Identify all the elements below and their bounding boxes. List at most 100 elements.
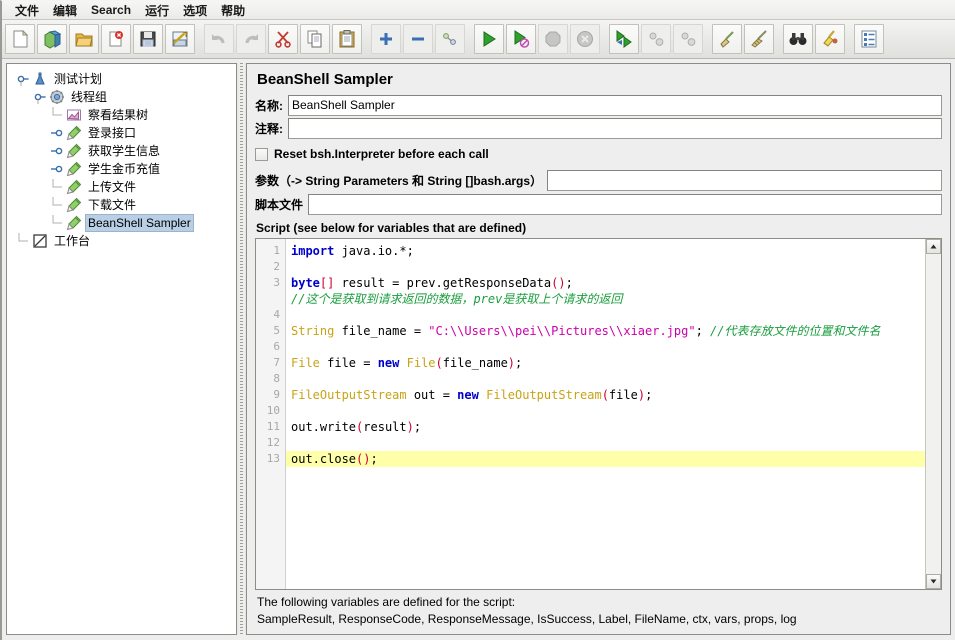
sampler-icon — [65, 197, 83, 213]
menu-file[interactable]: 文件 — [8, 1, 46, 20]
code-token: ( — [435, 356, 443, 370]
reset-search-button[interactable] — [815, 24, 845, 54]
tree-node-label: BeanShell Sampler — [85, 214, 194, 232]
tree-node-view-results-tree[interactable]: 察看结果树 — [7, 106, 236, 124]
code-token: ( — [601, 388, 609, 402]
tree-node-login-api[interactable]: 登录接口 — [7, 124, 236, 142]
collapse-all-button[interactable] — [403, 24, 433, 54]
tree-toggle-expanded-icon[interactable] — [34, 89, 48, 105]
line-number: 11 — [266, 420, 280, 433]
tree-node-download-file[interactable]: 下载文件 — [7, 196, 236, 214]
code-line[interactable] — [286, 371, 925, 387]
code-line[interactable] — [286, 339, 925, 355]
code-line[interactable]: out.write(result); — [286, 419, 925, 435]
expand-all-button[interactable] — [371, 24, 401, 54]
tree-node-beanshell-sampler[interactable]: BeanShell Sampler — [7, 214, 236, 232]
tree-toggle-collapsed-icon[interactable] — [51, 125, 65, 141]
undo-button[interactable] — [204, 24, 234, 54]
editor-vertical-scrollbar[interactable] — [925, 239, 941, 589]
reset-interpreter-label: Reset bsh.Interpreter before each call — [274, 147, 489, 161]
script-editor[interactable]: 1 2 3 4 5 6 7 8 9 10 11 12 13 import java.io.*; byte… — [255, 238, 942, 590]
variables-help-line1: The following variables are defined for … — [257, 595, 516, 609]
tree-node-thread-group[interactable]: 线程组 — [7, 88, 236, 106]
code-line[interactable]: import java.io.*; — [286, 243, 925, 259]
redo-button[interactable] — [236, 24, 266, 54]
toggle-button[interactable] — [435, 24, 465, 54]
name-input[interactable]: BeanShell Sampler — [288, 95, 942, 116]
code-token: new — [457, 388, 479, 402]
code-line[interactable]: File file = new File(file_name); — [286, 355, 925, 371]
reset-interpreter-row[interactable]: Reset bsh.Interpreter before each call — [255, 143, 942, 165]
close-button[interactable] — [101, 24, 131, 54]
code-token: file — [608, 388, 638, 402]
start-button[interactable] — [474, 24, 504, 54]
open-button[interactable] — [69, 24, 99, 54]
parameters-input[interactable] — [547, 170, 942, 191]
stop-button[interactable] — [538, 24, 568, 54]
tree-toggle-collapsed-icon[interactable] — [51, 161, 65, 177]
code-line[interactable] — [286, 259, 925, 275]
save-button[interactable] — [133, 24, 163, 54]
broom-clear-icon — [717, 29, 737, 49]
page-title: BeanShell Sampler — [257, 71, 393, 88]
menu-run[interactable]: 运行 — [138, 1, 176, 20]
scroll-down-arrow-icon[interactable] — [926, 574, 941, 589]
parameters-row: 参数（-> String Parameters 和 String []bash.… — [255, 170, 942, 191]
code-line[interactable]: byte[] result = prev.getResponseData(); — [286, 275, 925, 291]
tree-node-get-student-info[interactable]: 获取学生信息 — [7, 142, 236, 160]
search-button[interactable] — [783, 24, 813, 54]
code-line[interactable]: FileOutputStream out = new FileOutputStr… — [286, 387, 925, 403]
scrollbar-track[interactable] — [926, 254, 941, 574]
stop-remote-button[interactable] — [641, 24, 671, 54]
tree-toggle-expanded-icon[interactable] — [17, 71, 31, 87]
broom-clear-all-icon — [749, 29, 769, 49]
test-plan-tree[interactable]: 测试计划 线程组 察看结果树 登录接口 获取学生信息 学生金币充值 上传文件 下载文件 Bean… — [7, 64, 236, 250]
tree-node-workbench[interactable]: 工作台 — [7, 232, 236, 250]
new-button[interactable] — [5, 24, 35, 54]
script-code-area[interactable]: import java.io.*; byte[] result = prev.g… — [286, 239, 925, 589]
code-token: File — [291, 356, 320, 370]
tree-node-label: 工作台 — [54, 234, 91, 248]
reset-interpreter-checkbox[interactable] — [255, 147, 268, 161]
code-line[interactable]: out.close(); — [286, 451, 925, 467]
menu-help[interactable]: 帮助 — [214, 1, 252, 20]
remote-shutdown-icon — [678, 29, 698, 49]
code-line[interactable] — [286, 307, 925, 323]
comment-input[interactable] — [288, 118, 942, 139]
tree-toggle-collapsed-icon[interactable] — [51, 143, 65, 159]
split-divider[interactable] — [237, 63, 246, 635]
menu-edit[interactable]: 编辑 — [46, 1, 84, 20]
tree-node-test-plan[interactable]: 测试计划 — [7, 70, 236, 88]
shutdown-remote-button[interactable] — [673, 24, 703, 54]
templates-button[interactable] — [37, 24, 67, 54]
menu-options[interactable]: 选项 — [176, 1, 214, 20]
variables-help: The following variables are defined for … — [255, 590, 942, 630]
code-token: [] — [319, 276, 335, 290]
function-helper-button[interactable] — [854, 24, 884, 54]
code-token: () — [551, 276, 566, 290]
menu-search[interactable]: Search — [84, 2, 138, 18]
scroll-up-arrow-icon[interactable] — [926, 239, 941, 254]
code-token: file_name — [442, 356, 508, 370]
tree-node-student-coin-recharge[interactable]: 学生金币充值 — [7, 160, 236, 178]
code-line[interactable] — [286, 435, 925, 451]
toolbar-group-clear — [711, 23, 775, 55]
cut-button[interactable] — [268, 24, 298, 54]
tree-node-upload-file[interactable]: 上传文件 — [7, 178, 236, 196]
code-line[interactable]: //这个是获取到请求返回的数据，prev是获取上个请求的返回 — [286, 291, 925, 307]
tree-leaf-line-icon — [51, 107, 65, 123]
toolbar-group-file — [4, 23, 196, 55]
shutdown-button[interactable] — [570, 24, 600, 54]
start-no-pauses-button[interactable] — [506, 24, 536, 54]
script-file-input[interactable] — [308, 194, 942, 215]
code-token: ) — [507, 356, 516, 370]
save-as-button[interactable] — [165, 24, 195, 54]
code-line[interactable] — [286, 403, 925, 419]
clear-all-button[interactable] — [744, 24, 774, 54]
test-plan-tree-panel[interactable]: 测试计划 线程组 察看结果树 登录接口 获取学生信息 学生金币充值 上传文件 下载文件 Bean… — [6, 63, 237, 635]
copy-button[interactable] — [300, 24, 330, 54]
code-line[interactable]: String file_name = "C:\\Users\\pei\\Pict… — [286, 323, 925, 339]
paste-button[interactable] — [332, 24, 362, 54]
clear-button[interactable] — [712, 24, 742, 54]
start-remote-button[interactable] — [609, 24, 639, 54]
